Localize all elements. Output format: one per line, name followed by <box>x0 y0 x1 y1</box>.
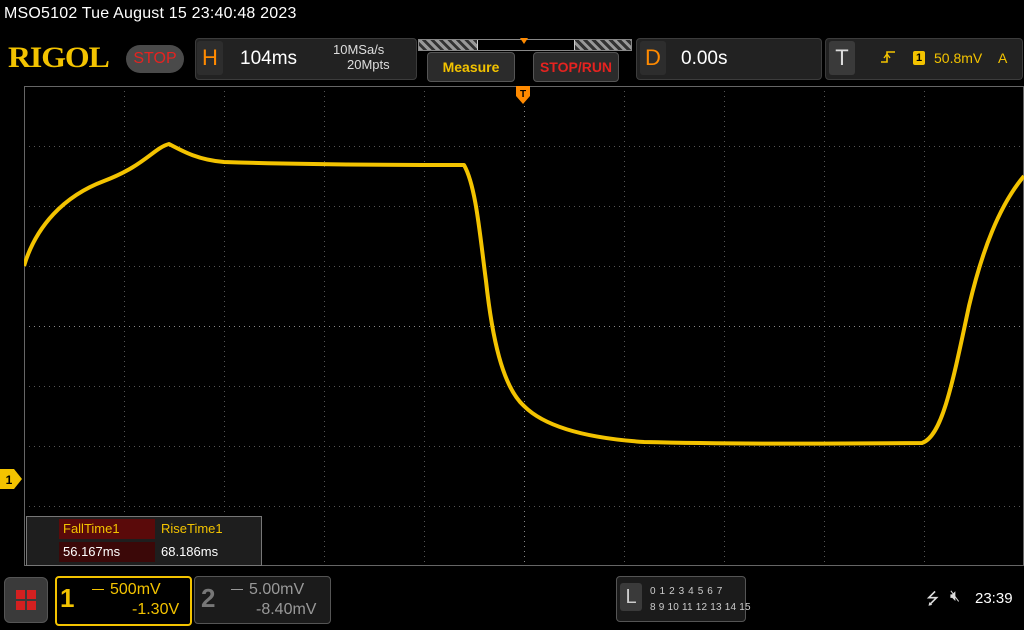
measure-button[interactable]: Measure <box>427 52 515 82</box>
ch1-scale: 500mV <box>110 581 161 598</box>
fall-time-label: FallTime1 <box>59 519 155 539</box>
stop-run-button[interactable]: STOP/RUN <box>533 52 619 82</box>
logic-badge: L <box>620 583 642 611</box>
dc-coupling-icon <box>231 589 243 596</box>
delay-value: 0.00s <box>681 48 728 69</box>
ch1-waveform <box>24 142 1024 446</box>
muted-speaker-icon[interactable]: 🔇︎ <box>950 588 960 606</box>
horizontal-badge: H <box>197 41 223 75</box>
memory-depth: 20Mpts <box>347 57 390 72</box>
ch1-offset-marker[interactable]: 1 <box>0 469 22 489</box>
trigger-level: 50.8mV <box>934 50 983 66</box>
grid-menu-icon <box>16 590 36 610</box>
trigger-source: 1 <box>913 51 925 65</box>
rigol-logo: RIGOL <box>8 41 110 74</box>
measurement-panel[interactable]: FallTime1 RiseTime1 56.167ms 68.186ms <box>26 516 262 566</box>
ch1-offset: -1.30V <box>132 601 180 618</box>
ch2-offset: -8.40mV <box>256 601 317 618</box>
memory-position-marker <box>520 38 528 44</box>
timebase-value: 104ms <box>240 48 298 69</box>
logic-channels-row1: 0 1 2 3 4 5 6 7 <box>650 586 723 597</box>
sample-rate: 10MSa/s <box>333 42 385 57</box>
rising-edge-icon <box>880 49 896 69</box>
status-clock: 23:39 <box>975 590 1013 607</box>
trigger-mode: A <box>998 50 1008 66</box>
trigger-badge: T <box>829 41 855 75</box>
ch1-number: 1 <box>60 583 75 613</box>
svg-text:T: T <box>520 89 526 100</box>
ch1-marker-label: 1 <box>6 473 13 487</box>
dc-coupling-icon <box>92 589 104 596</box>
rise-time-value: 68.186ms <box>161 544 219 559</box>
logic-channels-row2: 8 9 10 11 12 13 14 15 <box>650 602 751 613</box>
trigger-position-marker[interactable]: T <box>516 86 530 108</box>
rise-time-label: RiseTime1 <box>161 521 223 536</box>
title-line: MSO5102 Tue August 15 23:40:48 2023 <box>4 5 297 22</box>
fall-time-value: 56.167ms <box>59 542 155 562</box>
usb-icon: ⭍ <box>926 591 940 608</box>
delay-badge: D <box>640 41 666 75</box>
run-state-indicator[interactable]: STOP <box>126 45 184 73</box>
ch2-scale: 5.00mV <box>249 581 305 598</box>
waveform-display[interactable] <box>24 86 1024 566</box>
menu-button[interactable] <box>4 577 48 623</box>
ch2-number: 2 <box>201 583 216 613</box>
